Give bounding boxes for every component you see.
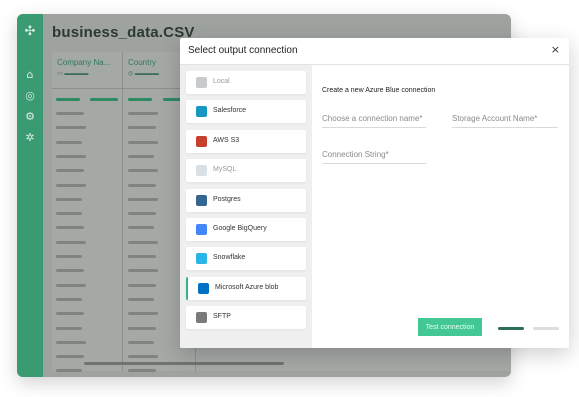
cell-placeholder: [56, 240, 86, 244]
connection-option[interactable]: SFTP: [186, 306, 306, 330]
cell-placeholder: [56, 169, 84, 173]
connection-option-label: Snowflake: [213, 254, 246, 262]
cell-placeholder: [56, 112, 84, 115]
connection-option[interactable]: MySQL: [186, 159, 306, 183]
cell-placeholder: [56, 369, 82, 373]
cell-placeholder: [128, 154, 154, 158]
connection-option-label: SFTP: [213, 313, 231, 321]
file-title: business_data.CSV: [52, 24, 195, 41]
tools-icon[interactable]: ⚙: [24, 111, 36, 123]
connection-form: Create a new Azure Blue connection Test …: [313, 65, 569, 348]
connection-option-label: AWS S3: [213, 136, 240, 144]
modal-header: Select output connection ×: [180, 38, 569, 65]
cell-placeholder: [56, 283, 86, 287]
postgres-icon: [196, 194, 207, 206]
snowflake-icon: [196, 253, 207, 265]
connection-option[interactable]: Google BigQuery: [186, 218, 306, 241]
connection-option-label: Postgres: [213, 195, 241, 203]
connection-list: Local Salesforce AWS S3 MySQL Postgres Google…: [180, 65, 312, 348]
cell-placeholder: [56, 212, 82, 216]
connection-option-label: MySQL: [213, 166, 237, 174]
cell-placeholder: [56, 312, 84, 316]
cell-placeholder: [128, 355, 158, 359]
logo-icon: ✣: [24, 24, 36, 39]
cell-placeholder: [128, 140, 158, 144]
cell-placeholder: [128, 340, 154, 344]
storage-account-input[interactable]: [452, 114, 558, 123]
cell-placeholder: [128, 240, 158, 244]
cell-placeholder: [128, 369, 156, 373]
column-type: ▭ ▬▬▬▬: [57, 71, 89, 77]
cell-placeholder: [56, 355, 84, 359]
test-connection-button[interactable]: Test connection: [418, 318, 482, 336]
cell-placeholder: [128, 212, 156, 216]
column-quality-bar: [56, 98, 80, 101]
cell-placeholder: [128, 326, 156, 330]
connection-option-label: Google BigQuery: [213, 225, 267, 232]
cell-placeholder: [56, 126, 86, 130]
mysql-icon: [196, 165, 207, 177]
connection-option-label: Local: [213, 78, 230, 85]
connection-option[interactable]: Salesforce: [186, 100, 306, 124]
column-quality-bar: [90, 98, 118, 101]
layers-icon: [196, 77, 207, 88]
settings-icon[interactable]: ✲: [24, 132, 36, 144]
step-indicator-inactive: [533, 327, 559, 330]
cell-placeholder: [128, 197, 158, 201]
connection-string-input[interactable]: [322, 150, 426, 159]
cell-placeholder: [128, 169, 158, 173]
cell-placeholder: [128, 112, 158, 115]
horizontal-scrollbar[interactable]: [84, 362, 284, 365]
cell-placeholder: [56, 340, 86, 344]
cell-placeholder: [128, 126, 156, 130]
cell-placeholder: [56, 255, 82, 258]
bigquery-icon: [196, 224, 207, 235]
connection-option[interactable]: Microsoft Azure blob: [186, 276, 306, 300]
app-sidebar: ✣ ⌂ ◎ ⚙ ✲: [17, 14, 43, 377]
column-header-company[interactable]: Company Na... ▭ ▬▬▬▬: [52, 52, 122, 89]
cell-placeholder: [128, 226, 154, 230]
cell-placeholder: [56, 154, 86, 158]
cell-placeholder: [128, 183, 156, 187]
modal-title: Select output connection: [188, 45, 298, 56]
connection-option[interactable]: Postgres: [186, 188, 306, 212]
cell-placeholder: [128, 269, 158, 273]
column-title: Country: [128, 58, 157, 67]
connection-name-input[interactable]: [322, 114, 426, 123]
azure-blob-icon: [198, 282, 209, 294]
storage-account-field: [452, 107, 558, 128]
column-title: Company Na...: [57, 58, 111, 67]
home-icon[interactable]: ⌂: [24, 69, 36, 81]
connection-name-field: [322, 107, 426, 128]
cell-placeholder: [128, 283, 156, 287]
cell-placeholder: [56, 326, 82, 330]
connection-string-field: [322, 143, 426, 164]
close-icon[interactable]: ×: [551, 43, 560, 56]
cell-placeholder: [128, 255, 156, 258]
step-indicator-active: [498, 327, 524, 330]
cell-placeholder: [128, 297, 154, 301]
cell-placeholder: [56, 297, 82, 301]
cell-placeholder: [56, 226, 84, 230]
cell-placeholder: [56, 183, 86, 187]
cell-placeholder: [56, 269, 84, 273]
connection-option[interactable]: Snowflake: [186, 247, 306, 271]
connection-option[interactable]: Local: [186, 71, 306, 94]
column-quality-bar: [128, 98, 152, 101]
cell-placeholder: [56, 140, 82, 144]
connection-option-label: Microsoft Azure blob: [215, 283, 279, 291]
globe-icon[interactable]: ◎: [24, 90, 36, 102]
form-heading: Create a new Azure Blue connection: [322, 87, 436, 94]
cell-placeholder: [56, 197, 82, 201]
connection-option[interactable]: AWS S3: [186, 129, 306, 153]
sftp-icon: [196, 312, 207, 324]
connection-option-label: Salesforce: [213, 107, 247, 115]
aws-s3-icon: [196, 135, 207, 147]
output-connection-modal: Select output connection × Local Salesfor…: [180, 38, 569, 348]
salesforce-icon: [196, 106, 207, 118]
cell-placeholder: [128, 312, 158, 316]
column-type: ◎ ▬▬▬▬: [128, 71, 159, 77]
